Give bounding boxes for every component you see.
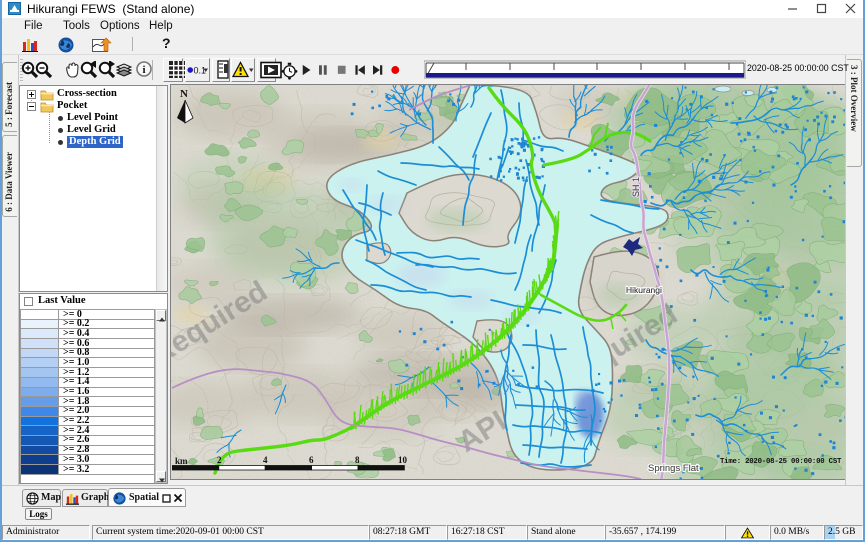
svg-text:i: i <box>142 64 145 76</box>
svg-text:N: N <box>180 88 188 100</box>
svg-text:0.1: 0.1 <box>194 66 207 76</box>
svg-text:Hikurangi: Hikurangi <box>626 285 662 295</box>
svg-text:6: 6 <box>309 455 314 465</box>
svg-text:Springs Flat: Springs Flat <box>648 463 699 474</box>
svg-text:10: 10 <box>398 455 408 465</box>
svg-text:km: km <box>175 456 188 466</box>
svg-text:SH 1: SH 1 <box>631 177 641 197</box>
svg-text:8: 8 <box>355 455 360 465</box>
svg-text:Time: 2020-08-25 00:00:00 CST: Time: 2020-08-25 00:00:00 CST <box>720 458 842 466</box>
svg-text:2: 2 <box>217 455 222 465</box>
svg-text:4: 4 <box>263 455 268 465</box>
